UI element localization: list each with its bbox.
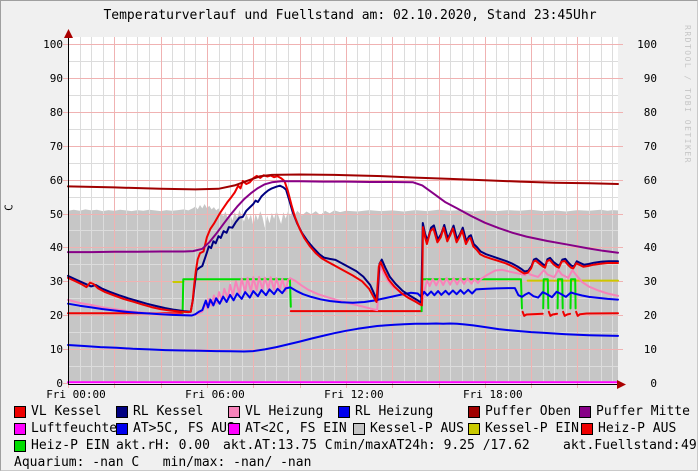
legend-item: RL Kessel xyxy=(116,405,203,419)
legend-swatch xyxy=(116,423,128,435)
legend-item: Kessel-P EIN xyxy=(468,422,579,436)
legend-label: Heiz-P AUS xyxy=(598,422,676,436)
legend-item: AT<2C, FS EIN xyxy=(228,422,347,436)
y-tick-label-right: 50 xyxy=(627,208,657,221)
legend-label: Kessel-P EIN xyxy=(485,422,579,436)
legend-swatch xyxy=(338,406,350,418)
legend-item: AT>5C, FS AUS xyxy=(116,422,235,436)
legend-swatch xyxy=(14,440,26,452)
y-tick-label-left: 60 xyxy=(33,174,63,187)
y-tick-label-right: 40 xyxy=(627,241,657,254)
y-tick-label-right: 70 xyxy=(627,140,657,153)
y-tick-label-right: 80 xyxy=(627,106,657,119)
legend-item: VL Heizung xyxy=(228,405,323,419)
x-tick-label: Fri 18:00 xyxy=(453,388,533,401)
y-tick-label-right: 100 xyxy=(627,38,657,51)
legend-stat-text: Aquarium: -nan C min/max: -nan/ -nan xyxy=(14,456,311,470)
legend-item: Kessel-P AUS xyxy=(353,422,464,436)
x-axis-arrow xyxy=(617,380,626,389)
legend-swatch xyxy=(468,406,480,418)
legend-swatch xyxy=(228,406,240,418)
y-tick-label-right: 10 xyxy=(627,343,657,356)
x-tick-label: Fri 06:00 xyxy=(175,388,255,401)
legend-stat-text: akt.AT:13.75 C xyxy=(223,439,333,453)
legend-item: Luftfeuchte xyxy=(14,422,117,436)
legend-item: VL Kessel xyxy=(14,405,101,419)
legend-label: VL Heizung xyxy=(245,405,323,419)
legend-label: RL Kessel xyxy=(133,405,203,419)
y-tick-label-left: 90 xyxy=(33,72,63,85)
y-tick-label-left: 20 xyxy=(33,309,63,322)
legend-label: Puffer Oben xyxy=(485,405,571,419)
y-tick-label-right: 0 xyxy=(627,377,657,390)
y-tick-label-left: 70 xyxy=(33,140,63,153)
legend-label: AT>5C, FS AUS xyxy=(133,422,235,436)
legend-label: Puffer Mitte xyxy=(596,405,690,419)
y-axis-arrow xyxy=(64,29,73,38)
y-tick-label-right: 60 xyxy=(627,174,657,187)
legend-item: RL Heizung xyxy=(338,405,433,419)
legend-swatch xyxy=(14,423,26,435)
y-tick-label-right: 30 xyxy=(627,275,657,288)
x-tick-label: Fri 00:00 xyxy=(36,388,116,401)
legend-swatch xyxy=(116,406,128,418)
rrdtool-graph: Temperaturverlauf und Fuellstand am: 02.… xyxy=(0,0,698,471)
legend-item: Puffer Mitte xyxy=(579,405,690,419)
x-tick-label: Fri 12:00 xyxy=(314,388,394,401)
legend-item: Puffer Oben xyxy=(468,405,571,419)
legend-label: Heiz-P EIN xyxy=(31,439,109,453)
y-tick-label-left: 30 xyxy=(33,275,63,288)
legend-stat-text: akt.rH: 0.00 xyxy=(116,439,210,453)
legend-swatch xyxy=(581,423,593,435)
y-tick-label-right: 90 xyxy=(627,72,657,85)
legend-swatch xyxy=(228,423,240,435)
legend-item: Heiz-P AUS xyxy=(581,422,676,436)
legend-label: Luftfeuchte xyxy=(31,422,117,436)
y-tick-label-left: 10 xyxy=(33,343,63,356)
legend-stat-text: min/maxAT24h: 9.25 /17.62 xyxy=(334,439,530,453)
legend-swatch xyxy=(468,423,480,435)
legend-item: Heiz-P EIN xyxy=(14,439,109,453)
legend-swatch xyxy=(353,423,365,435)
legend-label: VL Kessel xyxy=(31,405,101,419)
legend-swatch xyxy=(14,406,26,418)
legend-label: Kessel-P AUS xyxy=(370,422,464,436)
legend-stat-text: 49 xyxy=(681,439,697,453)
legend-label: RL Heizung xyxy=(355,405,433,419)
y-tick-label-left: 50 xyxy=(33,208,63,221)
y-tick-label-left: 40 xyxy=(33,241,63,254)
legend-swatch xyxy=(579,406,591,418)
y-tick-label-right: 20 xyxy=(627,309,657,322)
y-tick-label-left: 100 xyxy=(33,38,63,51)
y-tick-label-left: 80 xyxy=(33,106,63,119)
legend-stat-text: akt.Fuellstand: xyxy=(563,439,680,453)
legend-label: AT<2C, FS EIN xyxy=(245,422,347,436)
